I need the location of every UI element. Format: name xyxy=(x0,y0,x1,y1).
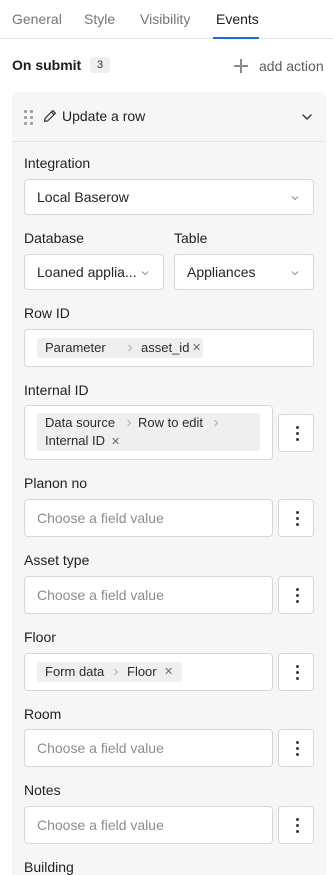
row-id-formula-input[interactable]: Parameter asset_id ✕ xyxy=(24,329,314,367)
chevron-right-icon xyxy=(128,344,133,352)
notes-input[interactable]: Choose a field value xyxy=(24,806,273,844)
room-input[interactable]: Choose a field value xyxy=(24,729,273,767)
add-action-label: add action xyxy=(259,58,324,74)
tab-visibility[interactable]: Visibility xyxy=(140,11,190,27)
active-tab-indicator xyxy=(213,37,259,39)
tab-general[interactable]: General xyxy=(12,11,62,27)
room-placeholder: Choose a field value xyxy=(37,740,164,756)
formula-chip: Parameter asset_id ✕ xyxy=(37,338,203,358)
chevron-right-icon xyxy=(114,668,119,676)
chip-part: Data source xyxy=(45,415,116,430)
plus-icon xyxy=(234,59,248,73)
chevron-right-icon xyxy=(127,419,132,427)
chip-part: Parameter xyxy=(45,340,106,355)
internal-id-options-button[interactable] xyxy=(278,414,314,452)
formula-chip: Data source Row to edit Internal ID ✕ xyxy=(37,413,260,451)
integration-value: Local Baserow xyxy=(37,189,129,205)
pencil-icon xyxy=(44,110,56,122)
integration-label: Integration xyxy=(24,155,91,171)
building-label: Building xyxy=(24,859,74,875)
chip-part: Internal ID xyxy=(45,433,105,448)
drag-handle-icon[interactable] xyxy=(24,109,34,125)
asset-type-input[interactable]: Choose a field value xyxy=(24,576,273,614)
planon-no-input[interactable]: Choose a field value xyxy=(24,499,273,537)
table-dropdown[interactable]: Appliances xyxy=(174,254,314,290)
event-title: On submit xyxy=(12,57,82,73)
chip-part: Row to edit xyxy=(138,415,204,430)
planon-no-label: Planon no xyxy=(24,475,88,491)
chip-part: asset_id xyxy=(141,340,190,355)
action-card-title: Update a row xyxy=(62,108,146,124)
action-card-header[interactable]: Update a row xyxy=(12,92,326,142)
integration-dropdown[interactable]: Local Baserow xyxy=(24,179,314,215)
chip-part: Form data xyxy=(45,664,105,679)
chevron-down-icon xyxy=(291,196,299,201)
close-icon[interactable]: ✕ xyxy=(111,435,120,448)
floor-label: Floor xyxy=(24,629,56,645)
chevron-right-icon xyxy=(214,419,219,427)
tab-style[interactable]: Style xyxy=(84,11,115,27)
table-value: Appliances xyxy=(187,264,256,280)
internal-id-label: Internal ID xyxy=(24,382,89,398)
action-count-badge: 3 xyxy=(90,57,110,73)
asset-type-options-button[interactable] xyxy=(278,576,314,614)
database-value: Loaned applia... xyxy=(37,264,137,280)
chevron-down-icon xyxy=(141,271,149,276)
planon-no-placeholder: Choose a field value xyxy=(37,510,164,526)
tab-bar: General Style Visibility Events xyxy=(0,0,333,39)
add-action-button[interactable]: add action xyxy=(234,57,324,75)
chip-part: Floor xyxy=(127,664,157,679)
asset-type-label: Asset type xyxy=(24,552,90,568)
table-label: Table xyxy=(174,230,208,246)
floor-options-button[interactable] xyxy=(278,653,314,691)
database-label: Database xyxy=(24,230,84,246)
database-dropdown[interactable]: Loaned applia... xyxy=(24,254,164,290)
room-options-button[interactable] xyxy=(278,729,314,767)
close-icon[interactable]: ✕ xyxy=(192,341,201,354)
tab-events[interactable]: Events xyxy=(216,11,259,27)
chevron-down-icon xyxy=(291,271,299,276)
formula-chip: Form data Floor ✕ xyxy=(37,662,182,682)
notes-label: Notes xyxy=(24,782,61,798)
notes-placeholder: Choose a field value xyxy=(37,817,164,833)
chevron-down-icon[interactable] xyxy=(301,111,313,123)
row-id-label: Row ID xyxy=(24,305,70,321)
asset-type-placeholder: Choose a field value xyxy=(37,587,164,603)
planon-no-options-button[interactable] xyxy=(278,499,314,537)
floor-formula-input[interactable]: Form data Floor ✕ xyxy=(24,653,273,691)
room-label: Room xyxy=(24,706,62,722)
notes-options-button[interactable] xyxy=(278,806,314,844)
close-icon[interactable]: ✕ xyxy=(164,665,173,678)
internal-id-formula-input[interactable]: Data source Row to edit Internal ID ✕ xyxy=(24,405,273,460)
